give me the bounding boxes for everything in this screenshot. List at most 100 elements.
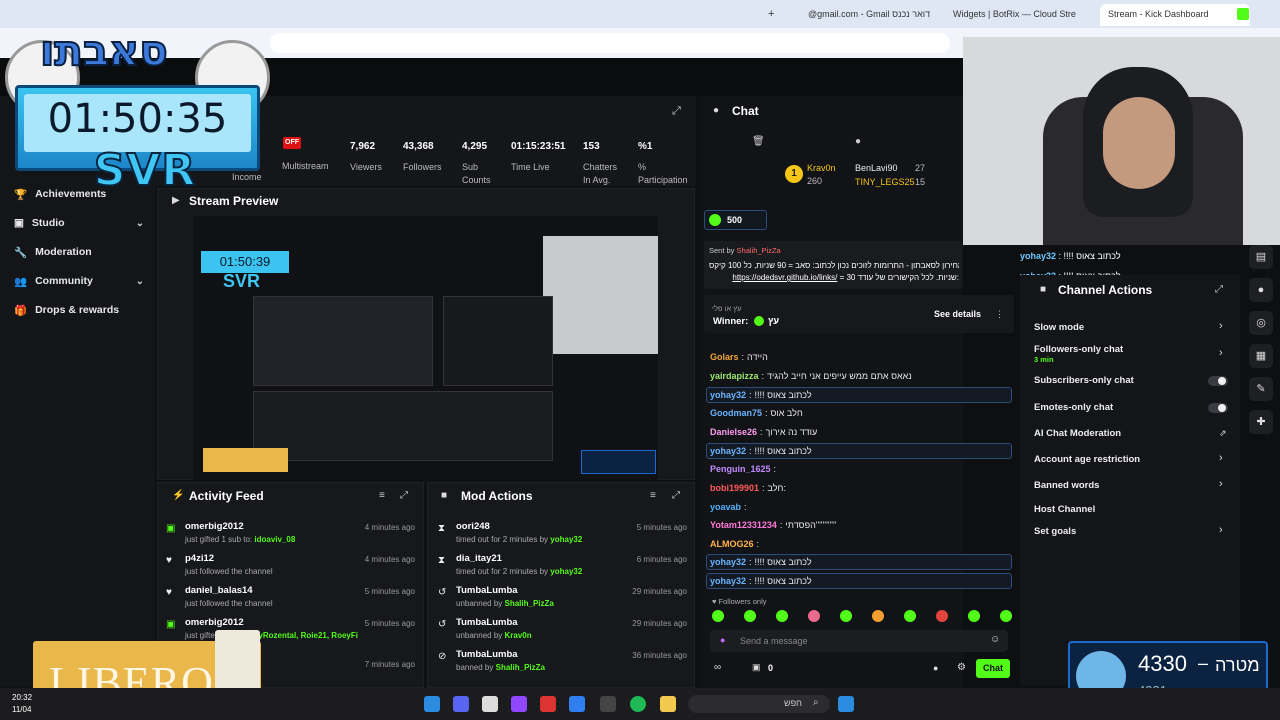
see-details-button[interactable]: See details bbox=[934, 309, 981, 319]
subscribers-only-item: Subscribers-only chat bbox=[1034, 375, 1134, 386]
rail-queue-button[interactable]: ▦ bbox=[1249, 344, 1273, 368]
pinned-sender: Sent by Shalih_PizZa bbox=[709, 246, 781, 255]
followers-only-item[interactable]: Followers-only chat bbox=[1034, 344, 1123, 355]
spotify-icon[interactable] bbox=[630, 696, 646, 712]
sidebar-item-studio[interactable]: ▣ Studio ⌄ bbox=[14, 213, 144, 233]
expand-icon[interactable]: ⤢ bbox=[400, 490, 408, 501]
gift-icon: ▣ bbox=[166, 523, 176, 534]
emoji-icon[interactable]: ☺ bbox=[990, 634, 1000, 645]
chat-bubble-icon[interactable]: ● bbox=[933, 663, 938, 673]
send-chat-button[interactable]: Chat bbox=[976, 659, 1010, 678]
telegram-icon[interactable] bbox=[424, 696, 440, 712]
activity-time: 5 minutes ago bbox=[364, 619, 415, 628]
rail-puzzle-button[interactable]: ✚ bbox=[1249, 410, 1273, 434]
stat-followers: 43,368 Followers bbox=[403, 141, 442, 172]
activity-user[interactable]: p4zi12 bbox=[185, 553, 214, 564]
app-icon[interactable] bbox=[482, 696, 498, 712]
twitch-icon[interactable] bbox=[511, 696, 527, 712]
rail-tools-button[interactable]: ✎ bbox=[1249, 377, 1273, 401]
points-badge[interactable]: 500 bbox=[704, 210, 767, 230]
more-icon[interactable]: ⋮ bbox=[995, 309, 1004, 320]
trash-icon[interactable]: 🗑 bbox=[752, 136, 765, 147]
leaderboard-points: 27 bbox=[915, 163, 926, 173]
account-age-item[interactable]: Account age restriction bbox=[1034, 454, 1140, 465]
address-field[interactable] bbox=[270, 33, 950, 53]
host-channel-item[interactable]: Host Channel bbox=[1034, 504, 1095, 515]
mod-text: timed out for 2 minutes by yohay32 bbox=[456, 567, 583, 576]
activity-user[interactable]: daniel_balas14 bbox=[185, 585, 253, 596]
message-input[interactable]: ● Send a message ☺ bbox=[710, 630, 1008, 652]
mod-target[interactable]: oori248 bbox=[456, 521, 490, 532]
filter-icon[interactable]: ≡ bbox=[379, 490, 385, 501]
chat-message: yohay32:!!!! לכתוב צאוס bbox=[710, 576, 812, 586]
chevron-right-icon[interactable]: › bbox=[1219, 478, 1223, 490]
emote-icon bbox=[904, 610, 916, 622]
sidebar-item-drops[interactable]: 🎁 Drops & rewards bbox=[14, 300, 144, 320]
discord-icon[interactable] bbox=[453, 696, 469, 712]
emotes-only-toggle[interactable] bbox=[1208, 403, 1228, 413]
mod-text: unbanned by Krav0n bbox=[456, 631, 532, 640]
activity-user[interactable]: omerbig2012 bbox=[185, 617, 244, 628]
stat-sub-counts: 4,295 Sub Counts bbox=[462, 141, 491, 185]
mod-target[interactable]: TumbaLumba bbox=[456, 617, 518, 628]
subscribers-only-toggle[interactable] bbox=[1208, 376, 1228, 386]
windows-start-icon[interactable] bbox=[838, 696, 854, 712]
tab-gmail[interactable]: @gmail.com - Gmail דואר נכנס bbox=[800, 4, 930, 26]
sidebar-item-community[interactable]: 👥 Community ⌄ bbox=[14, 271, 144, 291]
mod-text: timed out for 2 minutes by yohay32 bbox=[456, 535, 583, 544]
new-tab-icon[interactable]: + bbox=[768, 8, 774, 20]
activity-user[interactable]: omerbig2012 bbox=[185, 521, 244, 532]
chat-message: yohay32:!!!! לכתוב צאוס bbox=[710, 390, 812, 400]
mod-target[interactable]: TumbaLumba bbox=[456, 649, 518, 660]
ai-chat-moderation-item[interactable]: AI Chat Moderation bbox=[1034, 428, 1121, 439]
tab-kick-dashboard[interactable]: Stream - Kick Dashboard bbox=[1100, 4, 1250, 26]
kick-favicon-icon bbox=[1237, 8, 1249, 20]
people-icon: 👥 bbox=[14, 275, 28, 288]
stream-preview-video[interactable]: 01:50:39 SVR bbox=[193, 216, 658, 480]
leaderboard-name[interactable]: Krav0n bbox=[807, 163, 836, 173]
tab-botrix[interactable]: Widgets | BotRix — Cloud Stre bbox=[945, 4, 1095, 26]
pinned-text-2: https://odedsvr.github.io/links/ = 30 שנ… bbox=[732, 273, 959, 282]
inventory-icon[interactable]: ▣ bbox=[752, 662, 761, 673]
taskbar-search[interactable]: חפש ⌕ bbox=[688, 695, 830, 713]
chat-message: yoavab: bbox=[710, 502, 747, 512]
rail-broadcast-button[interactable]: ◎ bbox=[1249, 311, 1273, 335]
person-face bbox=[1103, 97, 1175, 189]
obs-icon[interactable] bbox=[600, 696, 616, 712]
gear-icon[interactable]: ⚙ bbox=[957, 662, 966, 673]
expand-icon[interactable]: ⤢ bbox=[672, 105, 681, 118]
expand-icon[interactable]: ⤢ bbox=[672, 490, 680, 501]
chat-bubble-icon[interactable]: ● bbox=[855, 136, 861, 147]
app-icon[interactable] bbox=[540, 696, 556, 712]
preview-webcam bbox=[543, 236, 658, 354]
subathon-timer: 01:50:35 bbox=[47, 96, 228, 142]
rail-chat-button[interactable]: ● bbox=[1249, 278, 1273, 302]
sidebar-item-moderation[interactable]: 🔧 Moderation bbox=[14, 242, 144, 262]
rail-notes-button[interactable]: ▤ bbox=[1249, 245, 1273, 269]
folder-icon[interactable] bbox=[660, 696, 676, 712]
mod-target[interactable]: dia_itay21 bbox=[456, 553, 502, 564]
external-link-icon[interactable]: ⇗ bbox=[1219, 428, 1227, 439]
filter-icon[interactable]: ≡ bbox=[650, 490, 656, 501]
pinned-link[interactable]: https://odedsvr.github.io/links/ bbox=[732, 273, 837, 282]
expand-icon[interactable]: ⤢ bbox=[1215, 284, 1223, 295]
banned-words-item[interactable]: Banned words bbox=[1034, 480, 1099, 491]
chat-message: Danielse26: עודד נה אירוך bbox=[710, 427, 818, 437]
heart-icon: ♥ bbox=[166, 555, 172, 566]
preview-icon: ▶ bbox=[172, 195, 180, 206]
preview-nested-dashboard bbox=[253, 296, 433, 386]
set-goals-item[interactable]: Set goals bbox=[1034, 526, 1076, 537]
chrome-icon[interactable] bbox=[569, 696, 585, 712]
emote-bar[interactable] bbox=[712, 610, 1012, 624]
chevron-right-icon[interactable]: › bbox=[1219, 524, 1223, 536]
slow-mode-item[interactable]: Slow mode bbox=[1034, 322, 1084, 333]
mod-target[interactable]: TumbaLumba bbox=[456, 585, 518, 596]
leaderboard-name[interactable]: BenLavi90 bbox=[855, 163, 898, 173]
chevron-right-icon[interactable]: › bbox=[1219, 320, 1223, 332]
leaderboard-name[interactable]: TINY_LEGS25 bbox=[855, 177, 915, 187]
chevron-right-icon[interactable]: › bbox=[1219, 452, 1223, 464]
channel-actions-title: Channel Actions bbox=[1058, 283, 1153, 297]
chevron-right-icon[interactable]: › bbox=[1219, 347, 1223, 359]
income-label: Income bbox=[232, 172, 262, 182]
winner-label: Winner: bbox=[713, 316, 749, 327]
